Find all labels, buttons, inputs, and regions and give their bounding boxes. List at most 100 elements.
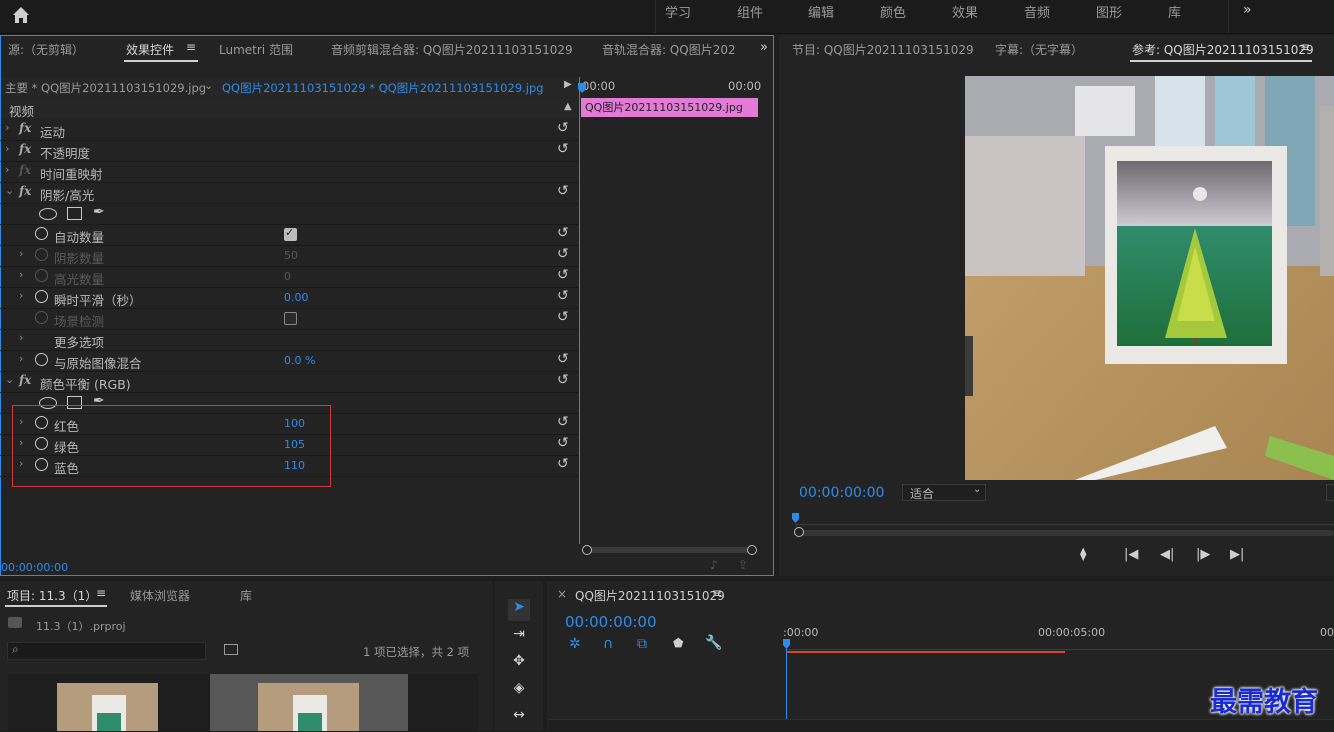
zoom-handle-left[interactable] (794, 527, 804, 537)
new-bin-icon[interactable] (224, 644, 238, 655)
fx-icon[interactable]: fx (19, 121, 31, 135)
chevron-right-icon[interactable]: › (19, 247, 23, 260)
reset-icon[interactable]: ↺ (557, 372, 569, 388)
fx-icon[interactable]: fx (19, 373, 31, 387)
chevron-right-icon[interactable]: › (19, 352, 23, 365)
param-value[interactable]: 0.00 (284, 291, 309, 304)
sequence-clip-label[interactable]: QQ图片20211103151029 * QQ图片20211103151029.… (222, 80, 544, 96)
quality-select[interactable] (1326, 484, 1334, 501)
timeline-ruler[interactable] (785, 641, 1334, 650)
fx-icon[interactable]: fx (19, 142, 31, 156)
tab-program[interactable]: 节目: QQ图片20211103151029 (792, 41, 974, 58)
tab-audio-track-mixer[interactable]: 音轨混合器: QQ图片202 (602, 41, 736, 58)
effect-row-opacity[interactable]: › fx 不透明度 ↺ (0, 140, 578, 162)
chevron-down-icon[interactable]: ⌄ (204, 79, 213, 92)
reset-icon[interactable]: ↺ (557, 120, 569, 136)
reset-icon[interactable]: ↺ (557, 351, 569, 367)
project-thumbnail[interactable] (258, 683, 359, 731)
tab-captions[interactable]: 字幕:（无字幕） (995, 41, 1083, 58)
program-timecode[interactable]: 00:00:00:00 (799, 485, 884, 501)
project-thumbnail[interactable] (57, 683, 158, 731)
tab-lumetri-scopes[interactable]: Lumetri 范围 (219, 41, 293, 58)
add-marker-icon[interactable]: ⬟ (673, 636, 683, 650)
param-row-more-options[interactable]: › 更多选项 (0, 329, 578, 351)
razor-tool-icon[interactable]: ◈ (508, 680, 530, 702)
zoom-handle-left[interactable] (582, 545, 592, 555)
chevron-down-icon[interactable]: ⌄ (5, 373, 14, 386)
effect-timecode[interactable]: 00:00:00:00 (1, 561, 68, 574)
master-clip-label[interactable]: 主要 * QQ图片20211103151029.jpg (5, 80, 206, 96)
ellipse-mask-icon[interactable] (39, 208, 57, 220)
stopwatch-icon[interactable] (35, 248, 48, 261)
home-icon[interactable] (10, 4, 32, 26)
chevron-right-icon[interactable]: › (5, 121, 9, 134)
tab-audio-clip-mixer[interactable]: 音频剪辑混合器: QQ图片20211103151029 (331, 41, 573, 58)
workspace-tab-learn[interactable]: 学习 (665, 2, 691, 21)
panel-menu-icon[interactable]: ≡ (186, 40, 196, 54)
effect-clip-bar[interactable]: QQ图片20211103151029.jpg (581, 98, 758, 117)
panel-menu-icon[interactable]: ≡ (96, 586, 106, 600)
chevron-right-icon[interactable]: › (19, 289, 23, 302)
workspace-tab-editing[interactable]: 编辑 (808, 2, 834, 21)
param-value[interactable]: 50 (284, 249, 298, 262)
effect-row-motion[interactable]: › fx 运动 ↺ (0, 119, 578, 141)
snap-icon[interactable]: ∩ (603, 636, 613, 652)
reset-icon[interactable]: ↺ (557, 288, 569, 304)
effect-row-shadow-highlight[interactable]: ⌄ fx 阴影/高光 ↺ (0, 182, 578, 204)
workspace-tab-color[interactable]: 颜色 (880, 2, 906, 21)
step-back-icon[interactable]: ◀| (1160, 547, 1174, 562)
scene-detect-checkbox[interactable] (284, 312, 297, 325)
fx-icon[interactable]: fx (19, 184, 31, 198)
stopwatch-icon[interactable] (35, 353, 48, 366)
workspace-tab-effects[interactable]: 效果 (952, 2, 978, 21)
add-marker-icon[interactable]: ⧫ (1080, 547, 1086, 562)
tab-effect-controls[interactable]: 效果控件 (126, 41, 174, 58)
track-select-tool-icon[interactable]: ⇥ (508, 626, 530, 648)
close-icon[interactable]: × (557, 587, 567, 601)
export-icon[interactable]: ⇪ (738, 558, 748, 572)
timeline-timecode[interactable]: 00:00:00:00 (565, 613, 657, 631)
go-to-out-icon[interactable]: ▶| (1230, 547, 1244, 562)
slip-tool-icon[interactable]: ↔ (508, 707, 530, 729)
reset-icon[interactable]: ↺ (557, 225, 569, 241)
tab-libraries[interactable]: 库 (240, 587, 252, 604)
more-tabs-icon[interactable]: » (760, 40, 768, 55)
tab-sequence[interactable]: QQ图片20211103151029 (575, 587, 725, 604)
param-value[interactable]: 0 (284, 270, 291, 283)
audio-only-icon[interactable]: ♪ (710, 558, 718, 572)
chevron-right-icon[interactable]: › (5, 163, 9, 176)
ripple-edit-tool-icon[interactable]: ✥ (508, 653, 530, 675)
zoom-handle-right[interactable] (747, 545, 757, 555)
rectangle-mask-icon[interactable] (67, 207, 82, 220)
reset-icon[interactable]: ↺ (557, 183, 569, 199)
chevron-right-icon[interactable]: › (5, 142, 9, 155)
fit-select[interactable]: 适合 ⌄ (902, 484, 986, 501)
linked-selection-icon[interactable]: ⧉ (637, 636, 647, 652)
project-search-input[interactable]: ⌕ (7, 642, 206, 660)
chevron-down-icon[interactable]: ⌄ (5, 184, 14, 197)
effect-row-time-remap[interactable]: › fx 时间重映射 (0, 161, 578, 183)
reset-icon[interactable]: ↺ (557, 246, 569, 262)
tab-media-browser[interactable]: 媒体浏览器 (130, 587, 190, 604)
reset-icon[interactable]: ↺ (557, 267, 569, 283)
tab-project[interactable]: 项目: 11.3（1） (7, 587, 97, 604)
stopwatch-icon[interactable] (35, 269, 48, 282)
step-forward-icon[interactable]: |▶ (1196, 547, 1210, 562)
scroll-up-icon[interactable]: ▲ (564, 101, 572, 112)
stopwatch-icon[interactable] (35, 311, 48, 324)
panel-menu-icon[interactable]: ≡ (1300, 40, 1310, 54)
pen-mask-icon[interactable]: ✒ (93, 204, 105, 220)
nest-icon[interactable]: ✲ (569, 636, 581, 652)
chevron-right-icon[interactable]: › (19, 268, 23, 281)
effect-row-color-balance[interactable]: ⌄ fx 颜色平衡 (RGB) ↺ (0, 371, 578, 393)
chevron-right-icon[interactable]: › (19, 331, 23, 344)
stopwatch-icon[interactable] (35, 290, 48, 303)
monitor-zoom-scrollbar[interactable] (799, 530, 1334, 536)
selection-tool-icon[interactable]: ➤ (508, 599, 530, 621)
workspace-tab-audio[interactable]: 音频 (1024, 2, 1050, 21)
reset-icon[interactable]: ↺ (557, 141, 569, 157)
stopwatch-icon[interactable] (35, 227, 48, 240)
tab-reference[interactable]: 参考: QQ图片20211103151029 (1132, 41, 1314, 58)
auto-amount-checkbox[interactable] (284, 226, 297, 241)
monitor-ruler[interactable] (795, 516, 1334, 525)
